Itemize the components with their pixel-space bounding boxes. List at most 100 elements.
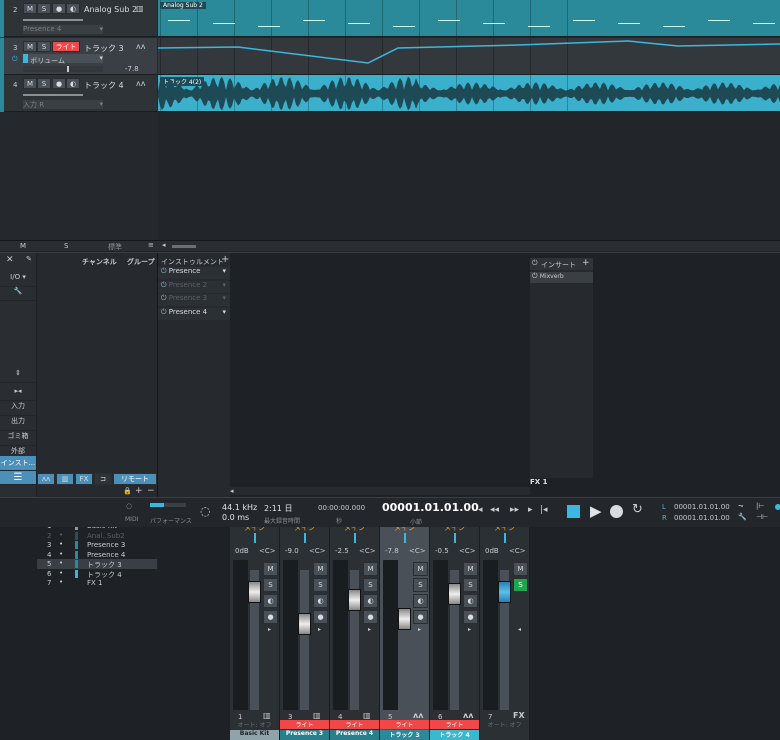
- play-button[interactable]: ▶: [590, 502, 602, 520]
- channel-name-label[interactable]: Basic Kit: [230, 730, 279, 740]
- automation-mode[interactable]: ライト: [330, 720, 379, 729]
- record-arm-button[interactable]: ●: [313, 610, 328, 624]
- loop-button[interactable]: ↻: [632, 502, 643, 517]
- insert-slot[interactable]: ⏻ Mixverb: [530, 272, 593, 283]
- instrument-filter-button[interactable]: ▥: [56, 473, 74, 485]
- wrench-icon[interactable]: 🔧: [738, 513, 747, 521]
- record-arm-button[interactable]: ●: [363, 610, 378, 624]
- scroll-left-icon[interactable]: ◂: [162, 241, 166, 249]
- tempo-icon[interactable]: |⊢: [756, 502, 764, 510]
- mixer-channel-strip[interactable]: Presence メイン 0dB <C> M S ◐ ● ▸ 1 ▥ オート: …: [230, 510, 280, 740]
- solo-all-button[interactable]: S: [64, 242, 68, 250]
- power-icon[interactable]: ⏻: [532, 259, 538, 268]
- solo-button[interactable]: S: [463, 578, 478, 592]
- input-select[interactable]: Presence 4 ▾: [23, 25, 103, 34]
- automation-mode[interactable]: オート: オフ: [480, 720, 529, 729]
- mixer-channel-strip[interactable]: メイン 0dB <C> M S ◂ 7 FX オート: オフ: [480, 510, 530, 740]
- stop-button[interactable]: [567, 505, 580, 518]
- channel-row[interactable]: 5 • トラック 3: [37, 559, 157, 569]
- visibility-dot[interactable]: •: [59, 559, 63, 567]
- solo-button[interactable]: S: [513, 578, 528, 592]
- mixer-channel-strip[interactable]: Presence 4 メイン -2.5 <C> M S ◐ ● ▸ 4 ▥ ライ…: [330, 510, 380, 740]
- remote-button[interactable]: リモート: [113, 473, 157, 485]
- input-select[interactable]: 入力 R ▾: [23, 100, 103, 109]
- lock-icon[interactable]: 🔒: [123, 487, 132, 495]
- pan-value[interactable]: <C>: [459, 547, 476, 555]
- automation-select[interactable]: ボリューム ▾: [23, 54, 103, 65]
- close-icon[interactable]: ✕: [6, 255, 14, 265]
- power-icon[interactable]: ⏻: [161, 294, 167, 302]
- add-icon[interactable]: +: [135, 486, 143, 496]
- menu-icon[interactable]: ☰: [0, 471, 36, 485]
- monitor-button[interactable]: ◐: [66, 3, 80, 14]
- track-name[interactable]: Analog Sub 2: [84, 5, 137, 14]
- power-icon[interactable]: ⏻: [12, 55, 18, 64]
- mixer-channel-strip[interactable]: 入力 R メイン -0.5 <C> M S ◐ ● ▸ 6 ᴧᴧ ライト トラッ…: [430, 510, 480, 740]
- power-icon[interactable]: ⏻: [161, 308, 167, 316]
- solo-button[interactable]: S: [37, 41, 51, 52]
- monitor-button[interactable]: ◐: [463, 594, 478, 608]
- solo-button[interactable]: S: [263, 578, 278, 592]
- track-name[interactable]: トラック 3: [84, 43, 124, 54]
- channel-row[interactable]: 2 • Anal..Sub2: [37, 531, 157, 541]
- record-arm-button[interactable]: ●: [413, 610, 428, 624]
- volume-fader[interactable]: [348, 589, 361, 612]
- automation-mode[interactable]: オート: オフ: [230, 720, 279, 729]
- bus-filter-button[interactable]: ⊐: [94, 473, 112, 485]
- power-icon[interactable]: ⏻: [161, 267, 167, 275]
- left-item-instruments[interactable]: インスト...: [0, 456, 36, 471]
- automation-mode[interactable]: ライト: [280, 720, 329, 729]
- automation-slider[interactable]: [23, 66, 103, 72]
- mute-button[interactable]: M: [23, 3, 37, 14]
- track-header[interactable]: 2 M S ● ◐ Analog Sub 2 ▥ Presence 4 ▾: [0, 0, 157, 37]
- add-insert-button[interactable]: +: [582, 258, 590, 268]
- channel-row[interactable]: 3 • Presence 3: [37, 540, 157, 550]
- add-instrument-button[interactable]: +: [221, 254, 229, 265]
- channel-name-label[interactable]: Presence 3: [280, 730, 329, 740]
- visibility-dot[interactable]: •: [59, 540, 63, 548]
- zoom-slider[interactable]: [172, 245, 196, 248]
- visibility-dot[interactable]: •: [59, 578, 63, 586]
- pan-value[interactable]: <C>: [509, 547, 526, 555]
- automation-write-button[interactable]: ライト: [52, 41, 80, 52]
- volume-bar[interactable]: [23, 94, 83, 96]
- visibility-dot[interactable]: •: [59, 531, 63, 539]
- volume-value[interactable]: 0dB: [485, 547, 499, 555]
- visibility-dot[interactable]: •: [59, 550, 63, 558]
- pin-icon[interactable]: ✎: [26, 255, 32, 263]
- solo-button[interactable]: S: [413, 578, 428, 592]
- pan-value[interactable]: <C>: [259, 547, 276, 555]
- channel-name-label[interactable]: トラック 4: [430, 730, 479, 740]
- track-lane[interactable]: トラック 4(2): [158, 75, 780, 112]
- instrument-item[interactable]: ⏻ Presence 3 ▾: [158, 294, 230, 306]
- prev-marker-icon[interactable]: ◂: [478, 505, 483, 515]
- fast-forward-icon[interactable]: ▸▸: [510, 505, 519, 515]
- rewind-icon[interactable]: ◂◂: [490, 505, 499, 515]
- mute-button[interactable]: M: [23, 41, 37, 52]
- power-icon[interactable]: ⏻: [161, 281, 167, 289]
- instrument-item[interactable]: ⏻ Presence 4 ▾: [158, 307, 230, 320]
- power-icon[interactable]: ⏻: [532, 272, 538, 280]
- volume-value[interactable]: -7.8: [385, 547, 399, 555]
- visibility-dot[interactable]: •: [59, 569, 63, 577]
- mute-button[interactable]: M: [463, 562, 478, 576]
- volume-value[interactable]: -2.5: [335, 547, 349, 555]
- monitor-button[interactable]: ◐: [313, 594, 328, 608]
- mixer-channel-strip[interactable]: 入力 R メイン -7.8 <C> M S ◐ ● ▸ 5 ᴧᴧ ライト トラッ…: [380, 510, 430, 740]
- channel-row[interactable]: 7 • FX 1: [37, 578, 157, 588]
- volume-bar[interactable]: [23, 19, 83, 21]
- fx-filter-button[interactable]: FX: [75, 473, 93, 485]
- right-locator[interactable]: 00001.01.01.00: [674, 514, 730, 522]
- mute-button[interactable]: M: [363, 562, 378, 576]
- audio-filter-button[interactable]: ᴧᴧ: [37, 473, 55, 485]
- solo-button[interactable]: S: [37, 78, 51, 89]
- volume-fader[interactable]: [248, 581, 261, 603]
- clip-name[interactable]: Analog Sub 2: [160, 2, 206, 9]
- left-locator[interactable]: 00001.01.01.00: [674, 503, 730, 511]
- volume-fader[interactable]: [498, 581, 511, 603]
- automation-mode[interactable]: ライト: [380, 720, 429, 729]
- channel-name-label[interactable]: Presence 4: [330, 730, 379, 740]
- record-arm-button[interactable]: ●: [263, 610, 278, 624]
- volume-value[interactable]: -9.0: [285, 547, 299, 555]
- return-to-zero-icon[interactable]: |◂: [540, 505, 548, 515]
